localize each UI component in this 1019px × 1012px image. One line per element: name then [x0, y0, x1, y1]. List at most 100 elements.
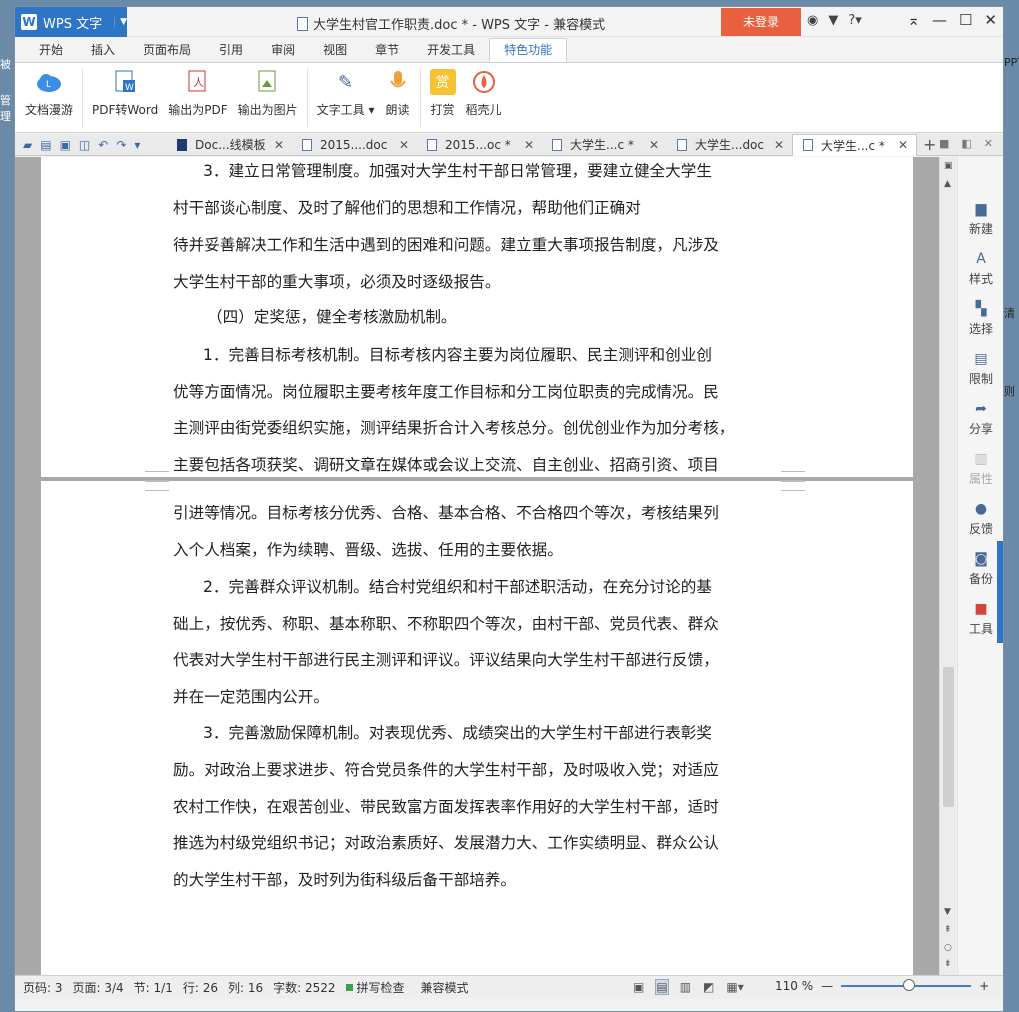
tab-review[interactable]: 审阅: [257, 38, 309, 62]
print-preview-icon[interactable]: ◫: [79, 138, 90, 152]
backup-icon: ◙: [974, 551, 988, 567]
close-tab-icon[interactable]: ✕: [274, 138, 284, 152]
close-tab-icon[interactable]: ✕: [649, 138, 659, 152]
side-label: 样式: [968, 272, 993, 286]
save-icon[interactable]: ▤: [40, 138, 51, 152]
zoom-in-icon[interactable]: +: [979, 979, 989, 993]
reward-button[interactable]: 赏 打赏: [429, 69, 456, 118]
tab-start[interactable]: 开始: [25, 38, 77, 62]
side-feedback-button[interactable]: ● 反馈: [958, 501, 1003, 537]
tab-developer[interactable]: 开发工具: [413, 38, 489, 62]
login-button[interactable]: 未登录: [721, 8, 801, 36]
doc-roaming-button[interactable]: L 文档漫游: [25, 69, 73, 118]
spell-check-label: 拼写检查: [356, 981, 405, 995]
close-tab-icon[interactable]: ✕: [399, 138, 409, 152]
next-page-icon[interactable]: ⇟: [944, 959, 952, 969]
reading-view-icon[interactable]: ▦▾: [726, 980, 743, 994]
document-tab[interactable]: Doc...线模板 ✕: [167, 134, 292, 156]
minimize-icon[interactable]: —: [932, 11, 947, 29]
paragraph-line: 入个人档案，作为续聘、晋级、选拔、任用的主要依据。: [173, 541, 563, 559]
side-restrict-button[interactable]: ▤ 限制: [958, 351, 1003, 387]
status-page-number[interactable]: 页码: 3: [23, 979, 63, 996]
side-select-button[interactable]: ▚ 选择: [958, 301, 1003, 337]
wps-logo-icon: W: [21, 14, 37, 30]
zoom-slider-knob[interactable]: [903, 979, 916, 991]
help-icon[interactable]: ?▾: [848, 13, 861, 28]
tab-page-layout[interactable]: 页面布局: [129, 38, 205, 62]
close-tab-icon[interactable]: ✕: [774, 138, 784, 152]
paragraph-line: 3．建立日常管理制度。加强对大学生村干部日常管理，要建立健全大学生: [203, 162, 712, 180]
skin-icon[interactable]: ◉: [807, 13, 818, 28]
app-menu-button[interactable]: W WPS 文字 ▼: [15, 7, 127, 37]
paragraph-line: 农村工作快，在艰苦创业、带民致富方面发挥表率作用好的大学生村干部，适时: [173, 798, 719, 816]
open-icon[interactable]: ▰: [23, 138, 32, 152]
read-aloud-button[interactable]: 朗读: [385, 69, 411, 118]
new-tab-icon[interactable]: +: [923, 135, 936, 154]
document-icon: [297, 16, 308, 31]
paragraph-line: 大学生村干部的重大事项，必须及时逐级报告。: [173, 273, 501, 291]
docer-icon: [471, 69, 497, 95]
document-tab[interactable]: 2015....doc ✕: [292, 134, 417, 156]
chevron-down-icon[interactable]: ▾: [134, 138, 140, 152]
paragraph-line: 优等方面情况。岗位履职主要考核年度工作目标和分工岗位职责的完成情况。民: [173, 383, 719, 401]
scroll-down-icon[interactable]: ▼: [944, 907, 951, 917]
split-view-icon[interactable]: ▣: [944, 161, 953, 171]
side-label: 工具: [968, 622, 993, 636]
export-image-button[interactable]: 输出为图片: [238, 69, 298, 118]
tab-special-features[interactable]: 特色功能: [489, 38, 568, 62]
select-browse-object-icon[interactable]: ○: [944, 943, 952, 953]
ribbon-label: 打赏: [430, 103, 455, 117]
tab-chapter[interactable]: 章节: [361, 38, 413, 62]
paragraph-line: 代表对大学生村干部进行民主测评和评议。评议结果向大学生村干部进行反馈，: [173, 651, 719, 669]
shirt-icon[interactable]: ▼: [828, 13, 838, 28]
text-tools-button[interactable]: ✎ 文字工具 ▾: [317, 69, 375, 118]
side-share-button[interactable]: ➦ 分享: [958, 401, 1003, 437]
redo-icon[interactable]: ↷: [116, 138, 126, 152]
print-icon[interactable]: ▣: [60, 138, 71, 152]
document-tab[interactable]: 大学生...doc ✕: [667, 134, 792, 156]
undo-icon[interactable]: ↶: [98, 138, 108, 152]
restore-icon[interactable]: ◧: [961, 137, 971, 150]
task-pane-expand-handle[interactable]: [997, 541, 1003, 643]
pdf-to-word-button[interactable]: W PDF转Word: [92, 69, 158, 118]
close-icon[interactable]: ✕: [984, 11, 997, 29]
maximize-icon[interactable]: ☐: [959, 11, 972, 29]
close-tab-icon[interactable]: ✕: [898, 138, 908, 152]
side-label: 备份: [968, 572, 993, 586]
side-style-button[interactable]: A 样式: [958, 251, 1003, 287]
web-view-icon[interactable]: ◩: [703, 980, 714, 994]
tab-list-icon[interactable]: ■: [939, 137, 949, 150]
spell-check-toggle[interactable]: 拼写检查: [345, 979, 405, 996]
fullscreen-icon[interactable]: ▣: [633, 980, 644, 994]
docer-doc-icon: [177, 138, 187, 151]
tab-references[interactable]: 引用: [205, 38, 257, 62]
cloud-icon: L: [36, 69, 62, 95]
tab-insert[interactable]: 插入: [77, 38, 129, 62]
tab-view[interactable]: 视图: [309, 38, 361, 62]
page-view-icon[interactable]: ▤: [655, 979, 669, 995]
document-area[interactable]: 3．建立日常管理制度。加强对大学生村干部日常管理，要建立健全大学生 村干部谈心制…: [15, 157, 941, 975]
paragraph-line: 主要包括各项获奖、调研文章在媒体或会议上交流、自主创业、招商引资、项目: [173, 456, 719, 474]
scroll-up-icon[interactable]: ▲: [944, 179, 951, 189]
outline-view-icon[interactable]: ▥: [680, 980, 691, 994]
ribbon-separator: [306, 69, 308, 127]
quick-access-toolbar: ▰ ▤ ▣ ◫ ↶ ↷ ▾: [15, 138, 167, 152]
close-all-icon[interactable]: ✕: [984, 137, 993, 150]
collapse-ribbon-icon[interactable]: ⌅: [907, 11, 920, 29]
previous-page-icon[interactable]: ⇞: [944, 925, 952, 935]
zoom-level[interactable]: 110 %: [775, 979, 813, 993]
document-icon: [677, 138, 687, 151]
scrollbar-thumb[interactable]: [943, 667, 954, 807]
export-pdf-icon: 人: [185, 69, 211, 95]
vertical-scrollbar[interactable]: ▣ ▲ ▼ ⇞ ○ ⇟: [939, 157, 956, 975]
document-tab-active[interactable]: 大学生...c * ✕: [792, 133, 917, 156]
zoom-out-icon[interactable]: —: [821, 979, 833, 993]
document-tab[interactable]: 2015...oc * ✕: [417, 134, 542, 156]
side-new-button[interactable]: ▆ 新建: [958, 201, 1003, 237]
export-pdf-button[interactable]: 人 输出为PDF: [168, 69, 228, 118]
document-tab[interactable]: 大学生...c * ✕: [542, 134, 667, 156]
zoom-slider[interactable]: [841, 979, 972, 991]
close-tab-icon[interactable]: ✕: [524, 138, 534, 152]
status-word-count[interactable]: 字数: 2522: [273, 979, 335, 996]
docer-button[interactable]: 稻壳儿: [466, 69, 502, 118]
